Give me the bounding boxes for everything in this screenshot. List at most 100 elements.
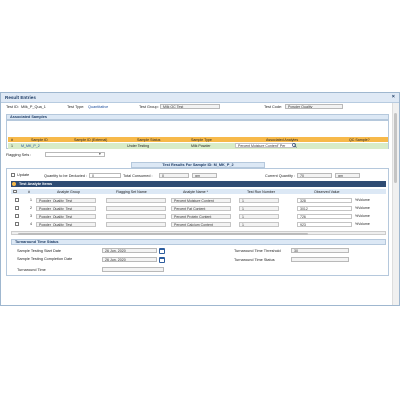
window-vscroll[interactable] [392, 103, 399, 305]
calendar-icon[interactable] [159, 256, 165, 263]
test-code-label: Test Code: [264, 105, 283, 109]
hscroll-thumb[interactable] [18, 232, 308, 235]
analyte-header-row: # Analyte Group Flagging Set Name Analyt… [11, 189, 386, 194]
tat-field [102, 267, 164, 272]
analyte-group-cell: Powder_Quality_Test [36, 213, 96, 219]
observed-value-input[interactable]: 726 [297, 213, 352, 219]
associated-samples-title: Associated Samples [10, 115, 47, 119]
analyte-name-cell: Percent Calcium Content [171, 221, 231, 227]
tat-label: Turnaround Time [17, 268, 46, 272]
search-icon[interactable] [292, 143, 297, 149]
analyte-col-group: Analyte Group [57, 189, 80, 194]
window-titlebar: Result Entries × [1, 93, 399, 103]
flagging-set-cell[interactable] [106, 221, 166, 227]
tat-status-field [291, 257, 349, 262]
test-run-cell: 1 [239, 197, 279, 203]
table-row[interactable]: 1 Powder_Quality_Test Percent Moisture C… [11, 197, 386, 204]
chevron-down-icon[interactable]: ▾ [99, 152, 101, 156]
qty-deducted-label: Quantity to be Deducted : [44, 174, 88, 178]
table-row[interactable]: 4 Powder_Quality_Test Percent Calcium Co… [11, 221, 386, 228]
calendar-icon[interactable] [159, 247, 165, 254]
analyte-col-name: Analyte Name * [183, 189, 208, 194]
unit-label: %Volume [355, 214, 370, 218]
observed-value-input[interactable]: 3012 [297, 205, 352, 211]
table-row[interactable]: 2 Powder_Quality_Test Percent Fat Conten… [11, 205, 386, 212]
window-title: Result Entries [5, 95, 36, 100]
flagging-sets-select[interactable] [45, 152, 105, 157]
sample-type: Milk Powder [191, 144, 211, 148]
start-date-field[interactable]: 26 Jun, 2020 [102, 248, 157, 253]
samples-col-id-external: Sample ID (External) [74, 137, 108, 142]
analyte-group-cell: Powder_Quality_Test [36, 205, 96, 211]
completion-date-label: Sample Testing Completion Date [17, 257, 73, 261]
sample-index: 1 [11, 144, 13, 148]
unit-label: %Volume [355, 198, 370, 202]
observed-value-input[interactable]: 923 [297, 221, 352, 227]
sample-status: Under Testing [127, 144, 150, 148]
test-type-label: Test Type: [67, 105, 85, 109]
test-code-field[interactable]: Powder Quality [285, 104, 343, 109]
tat-status-label: Turnaround Time Status [234, 258, 275, 262]
expand-icon[interactable] [12, 182, 16, 186]
analyte-name-cell: Percent Moisture Content [171, 197, 231, 203]
vscroll-thumb[interactable] [394, 113, 397, 183]
test-id-label: Test ID: [6, 105, 19, 109]
completion-date-field[interactable]: 26 Jun, 2020 [102, 257, 157, 262]
associated-analytes-field[interactable]: Percent Moisture Content" Per [235, 142, 295, 148]
turnaround-title: Turnaround Time Status [15, 240, 59, 244]
observed-value-input[interactable]: 328 [297, 197, 352, 203]
row-index: 3 [30, 214, 32, 218]
table-row[interactable]: 3 Powder_Quality_Test Percent Protein Co… [11, 213, 386, 220]
analyte-col-index: # [28, 189, 30, 194]
analyte-col-flagging: Flagging Set Name [116, 189, 147, 194]
associated-samples-panel: # Sample ID Sample ID (External) Sample … [6, 120, 389, 149]
test-group-field[interactable]: Milk QC Test [160, 104, 220, 109]
row-index: 4 [30, 222, 32, 226]
test-results-title: Test Results For Sample ID: M_MK_P_2 [162, 163, 234, 167]
samples-col-analytes: Associated Analytes [266, 137, 299, 142]
flagging-set-cell[interactable] [106, 197, 166, 203]
threshold-field: 30 [291, 248, 349, 253]
row-checkbox[interactable] [15, 222, 19, 226]
flagging-set-cell[interactable] [106, 213, 166, 219]
update-label: Update [17, 173, 30, 177]
flagging-set-cell[interactable] [106, 205, 166, 211]
analyte-name-cell: Percent Protein Content [171, 213, 231, 219]
threshold-label: Turnaround Time Threshold [234, 249, 281, 253]
samples-header-row: # Sample ID Sample ID (External) Sample … [8, 137, 388, 142]
select-all-checkbox[interactable] [13, 189, 17, 193]
analyte-col-value: Observed Value [314, 189, 340, 194]
test-run-cell: 1 [239, 205, 279, 211]
total-consumed-field: 0 [159, 173, 189, 178]
row-checkbox[interactable] [15, 206, 19, 210]
table-row[interactable]: 1 M_MK_P_2 Under Testing Milk Powder Per… [8, 142, 388, 149]
test-id-value: Milk_P_Qua_1 [21, 105, 46, 109]
window-content: Test ID: Milk_P_Qua_1 Test Type: Quantit… [1, 103, 393, 306]
current-qty-label: Current Quantity : [265, 174, 295, 178]
flagging-sets-label: Flagging Sets : [6, 153, 32, 157]
samples-col-qc: QC Sample? [349, 137, 370, 142]
row-checkbox[interactable] [15, 214, 19, 218]
samples-col-index: # [11, 137, 13, 142]
analyte-table-hscroll[interactable] [11, 231, 386, 235]
analyte-items-titlebar: Test Analyte Items [11, 181, 386, 187]
current-qty-unit: gm [335, 173, 360, 178]
test-results-panel: Update Quantity to be Deducted : 0 gm To… [6, 168, 389, 276]
analyte-group-cell: Powder_Quality_Test [36, 221, 96, 227]
row-checkbox[interactable] [15, 198, 19, 202]
unit-label: %Volume [355, 222, 370, 226]
test-run-cell: 1 [239, 213, 279, 219]
qty-deducted-input[interactable]: 0 [89, 173, 121, 178]
row-index: 2 [30, 206, 32, 210]
row-index: 1 [30, 198, 32, 202]
analyte-col-run: Test Run Number [247, 189, 275, 194]
analyte-group-cell: Powder_Quality_Test [36, 197, 96, 203]
sample-id-link[interactable]: M_MK_P_2 [21, 144, 40, 148]
result-entries-window: Result Entries × Test ID: Milk_P_Qua_1 T… [0, 92, 400, 306]
samples-col-type: Sample Type [191, 137, 212, 142]
analyte-name-cell: Percent Fat Content [171, 205, 231, 211]
samples-col-id: Sample ID [31, 137, 48, 142]
test-type-value: Quantitative [88, 105, 109, 109]
update-checkbox[interactable] [11, 173, 15, 177]
close-icon[interactable]: × [392, 94, 395, 100]
